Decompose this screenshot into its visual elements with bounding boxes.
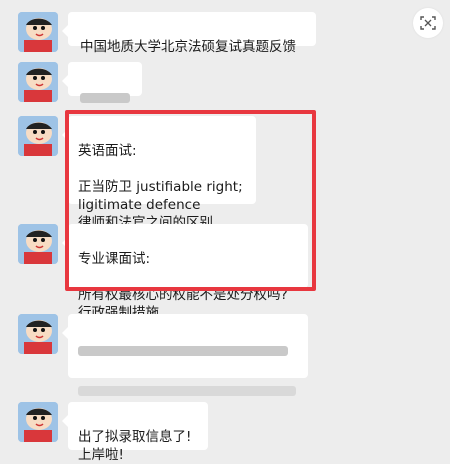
scan-button[interactable] xyxy=(413,8,443,38)
cartoon-avatar-icon xyxy=(18,224,58,264)
cartoon-avatar-icon xyxy=(18,116,58,156)
message-text: 中国地质大学北京法硕复试真题反馈 xyxy=(80,39,296,55)
message-bubble[interactable]: 出了拟录取信息了! 上岸啦! xyxy=(62,402,208,463)
cartoon-avatar-icon xyxy=(18,314,58,354)
blurred-message-bubble[interactable] xyxy=(62,62,142,103)
blurred-text xyxy=(80,93,130,103)
cartoon-avatar-icon xyxy=(18,62,58,102)
avatar[interactable] xyxy=(18,314,58,354)
message-bubble[interactable]: 中国地质大学北京法硕复试真题反馈 xyxy=(62,12,316,55)
avatar[interactable] xyxy=(18,402,58,442)
avatar[interactable] xyxy=(18,12,58,52)
avatar[interactable] xyxy=(18,116,58,156)
avatar[interactable] xyxy=(18,62,58,102)
cartoon-avatar-icon xyxy=(18,12,58,52)
cartoon-avatar-icon xyxy=(18,402,58,442)
highlight-frame xyxy=(65,110,316,291)
blurred-text xyxy=(78,346,288,356)
blurred-text xyxy=(78,386,296,396)
scan-icon xyxy=(420,16,436,30)
blurred-message-bubble[interactable] xyxy=(62,314,308,436)
avatar[interactable] xyxy=(18,224,58,264)
